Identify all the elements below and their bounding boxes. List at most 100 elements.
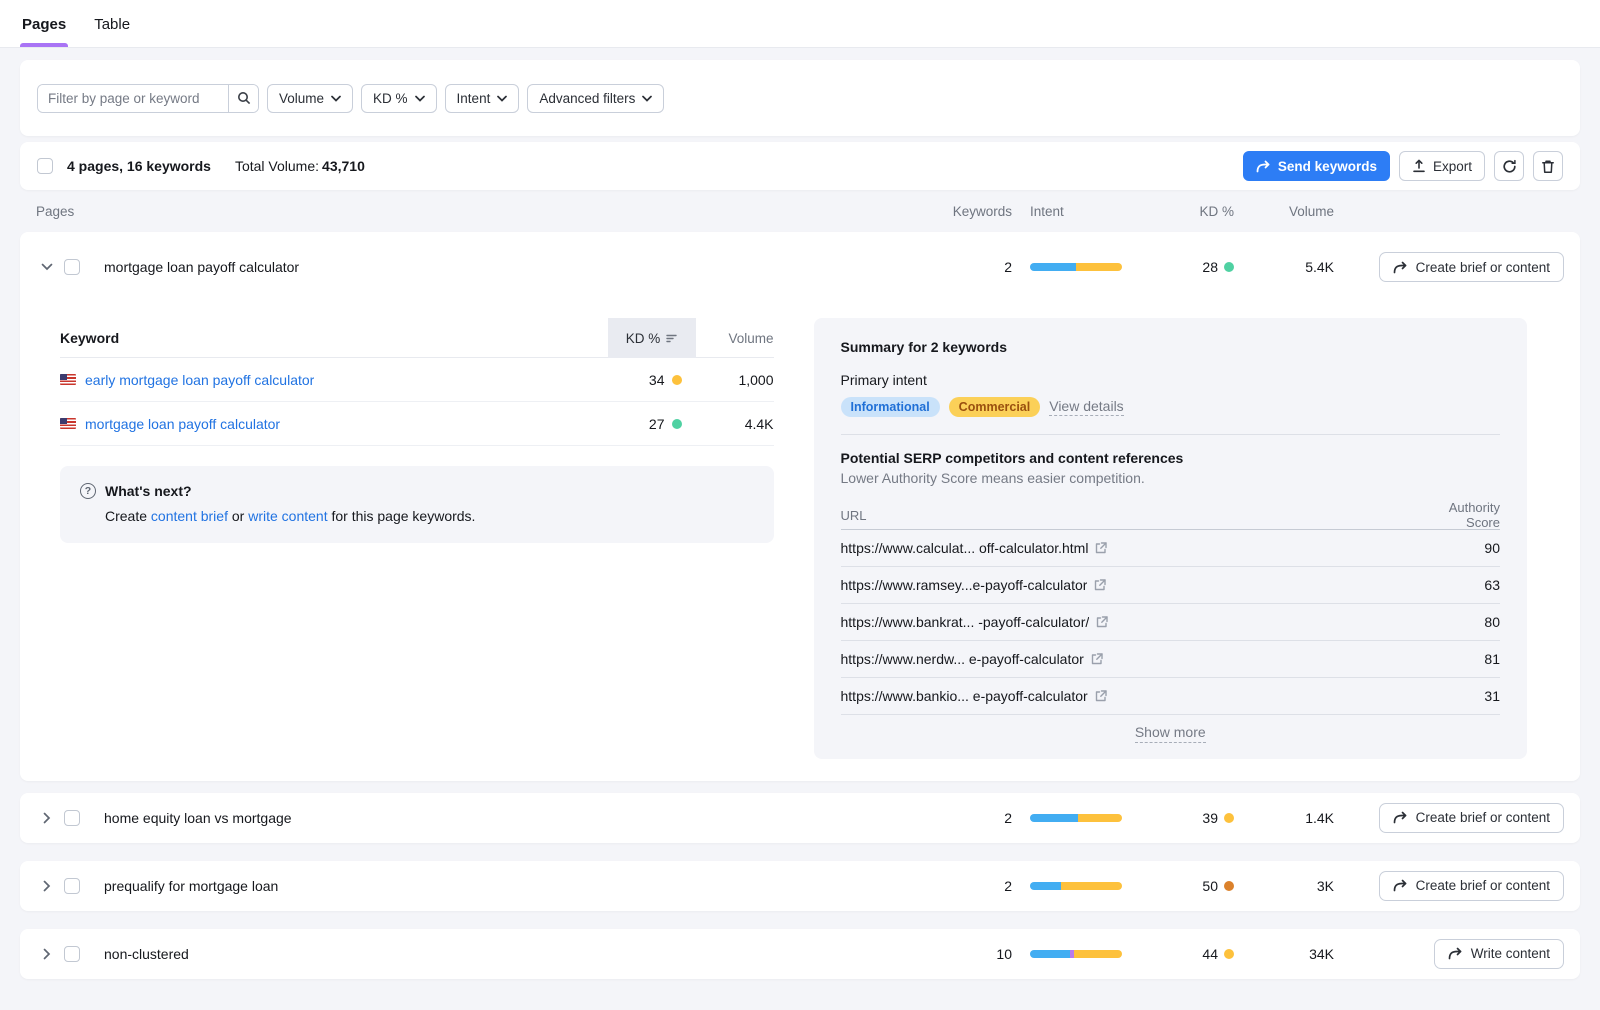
keywords-count: 2 xyxy=(942,810,1012,826)
search-button[interactable] xyxy=(228,85,258,112)
competitor-url: https://www.bankrat... -payoff-calculato… xyxy=(841,614,1090,630)
keywords-count: 10 xyxy=(942,946,1012,962)
competitor-row: https://www.nerdw... e-payoff-calculator… xyxy=(841,641,1501,678)
tab-table[interactable]: Table xyxy=(92,4,132,47)
create-brief-button[interactable]: Create brief or content xyxy=(1379,803,1564,833)
kd-filter-label: KD % xyxy=(373,91,408,106)
competitor-url: https://www.ramsey...e-payoff-calculator xyxy=(841,577,1088,593)
intent-bar xyxy=(1030,950,1122,958)
kd-header-label: KD % xyxy=(626,331,661,346)
refresh-button[interactable] xyxy=(1494,151,1524,181)
send-keywords-button[interactable]: Send keywords xyxy=(1243,151,1390,181)
row-checkbox[interactable] xyxy=(64,259,80,275)
kd-value: 50 xyxy=(1202,878,1218,894)
intent-bar xyxy=(1030,814,1122,822)
column-intent: Intent xyxy=(1012,204,1142,219)
intent-filter-dropdown[interactable]: Intent xyxy=(445,84,520,113)
primary-intent-label: Primary intent xyxy=(841,372,1501,388)
delete-button[interactable] xyxy=(1533,151,1563,181)
chevron-down-icon xyxy=(642,95,652,102)
send-arrow-icon xyxy=(1448,947,1463,960)
content-brief-link[interactable]: content brief xyxy=(151,508,228,524)
competitor-row: https://www.bankio... e-payoff-calculato… xyxy=(841,678,1501,715)
send-keywords-label: Send keywords xyxy=(1278,159,1377,174)
page-title: mortgage loan payoff calculator xyxy=(98,259,942,275)
column-keywords: Keywords xyxy=(942,204,1012,219)
tab-pages[interactable]: Pages xyxy=(20,4,68,47)
expand-chevron-icon[interactable] xyxy=(36,943,58,965)
kd-value: 34 xyxy=(649,372,665,388)
external-link-icon[interactable] xyxy=(1095,690,1107,702)
total-volume: Total Volume:43,710 xyxy=(235,158,365,174)
volume-filter-dropdown[interactable]: Volume xyxy=(267,84,353,113)
row-checkbox[interactable] xyxy=(64,946,80,962)
total-volume-value: 43,710 xyxy=(322,158,365,174)
send-arrow-icon xyxy=(1393,879,1408,892)
us-flag-icon xyxy=(60,374,76,385)
column-volume: Volume xyxy=(1234,204,1334,219)
send-arrow-icon xyxy=(1256,160,1271,173)
expand-chevron-icon[interactable] xyxy=(36,875,58,897)
kd-dot xyxy=(672,375,682,385)
row-checkbox[interactable] xyxy=(64,810,80,826)
external-link-icon[interactable] xyxy=(1095,542,1107,554)
external-link-icon[interactable] xyxy=(1091,653,1103,665)
show-more-link[interactable]: Show more xyxy=(1135,724,1206,743)
write-content-link[interactable]: write content xyxy=(248,508,327,524)
view-details-link[interactable]: View details xyxy=(1049,398,1123,417)
send-arrow-icon xyxy=(1393,261,1408,274)
expand-chevron-icon[interactable] xyxy=(36,807,58,829)
competitors-subtitle: Lower Authority Score means easier compe… xyxy=(841,470,1501,486)
list-column-header: Pages Keywords Intent KD % Volume xyxy=(20,190,1580,232)
summary-panel: Summary for 2 keywords Primary intent In… xyxy=(814,318,1528,759)
whats-next-prefix: Create xyxy=(105,508,151,524)
competitor-row: https://www.bankrat... -payoff-calculato… xyxy=(841,604,1501,641)
volume-value: 34K xyxy=(1234,946,1334,962)
kd-value: 39 xyxy=(1202,810,1218,826)
create-brief-button[interactable]: Create brief or content xyxy=(1379,252,1564,282)
intent-bar xyxy=(1030,263,1122,271)
export-icon xyxy=(1412,159,1426,173)
column-pages: Pages xyxy=(36,204,942,219)
create-brief-label: Create brief or content xyxy=(1416,878,1550,893)
search-input[interactable] xyxy=(38,85,228,112)
page-title: non-clustered xyxy=(98,946,942,962)
us-flag-icon xyxy=(60,418,76,429)
write-content-button[interactable]: Write content xyxy=(1434,939,1564,969)
page-title: home equity loan vs mortgage xyxy=(98,810,942,826)
search-icon xyxy=(237,91,251,105)
row-checkbox[interactable] xyxy=(64,878,80,894)
keyword-link[interactable]: early mortgage loan payoff calculator xyxy=(85,372,314,388)
competitor-url: https://www.nerdw... e-payoff-calculator xyxy=(841,651,1084,667)
volume-value: 1.4K xyxy=(1234,810,1334,826)
total-volume-label: Total Volume: xyxy=(235,158,319,174)
competitors-title: Potential SERP competitors and content r… xyxy=(841,450,1501,466)
question-circle-icon: ? xyxy=(80,483,96,499)
refresh-icon xyxy=(1502,159,1517,174)
send-arrow-icon xyxy=(1393,811,1408,824)
selection-toolbar: 4 pages, 16 keywords Total Volume:43,710… xyxy=(20,142,1580,190)
create-brief-button[interactable]: Create brief or content xyxy=(1379,871,1564,901)
keyword-link[interactable]: mortgage loan payoff calculator xyxy=(85,416,280,432)
whats-next-middle: or xyxy=(228,508,248,524)
whats-next-suffix: for this page keywords. xyxy=(328,508,476,524)
volume-value: 5.4K xyxy=(1234,259,1334,275)
keyword-row: mortgage loan payoff calculator 27 4.4K xyxy=(60,402,774,446)
collapse-chevron-icon[interactable] xyxy=(36,256,58,278)
select-all-checkbox[interactable] xyxy=(37,158,53,174)
column-url: URL xyxy=(841,508,1441,523)
kd-filter-dropdown[interactable]: KD % xyxy=(361,84,437,113)
keyword-volume: 4.4K xyxy=(696,416,774,432)
advanced-filters-dropdown[interactable]: Advanced filters xyxy=(527,84,664,113)
column-kd-sorted[interactable]: KD % xyxy=(608,318,696,358)
page-row: prequalify for mortgage loan 2 50 3K Cre… xyxy=(20,861,1580,911)
kd-dot xyxy=(1224,813,1234,823)
export-button[interactable]: Export xyxy=(1399,151,1485,181)
keyword-row: early mortgage loan payoff calculator 34… xyxy=(60,358,774,402)
external-link-icon[interactable] xyxy=(1094,579,1106,591)
external-link-icon[interactable] xyxy=(1096,616,1108,628)
kd-dot xyxy=(1224,949,1234,959)
competitor-row: https://www.ramsey...e-payoff-calculator… xyxy=(841,567,1501,604)
selection-summary: 4 pages, 16 keywords xyxy=(67,158,211,174)
write-content-label: Write content xyxy=(1471,946,1550,961)
